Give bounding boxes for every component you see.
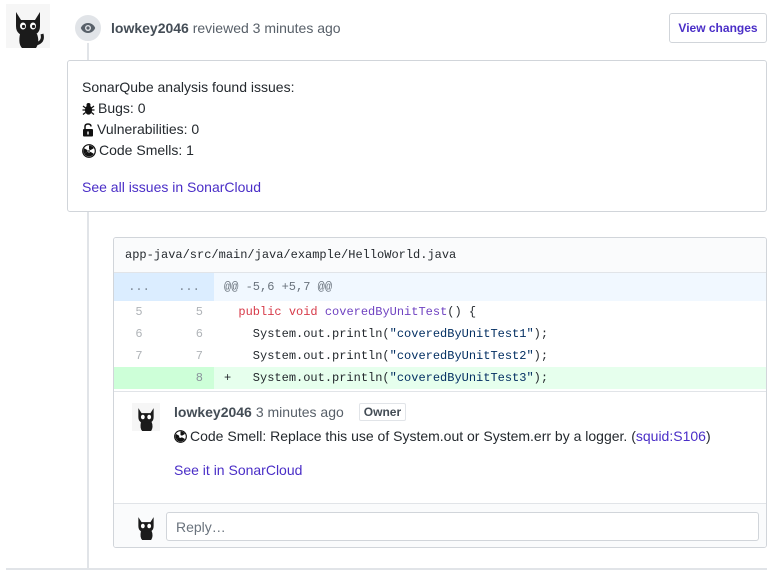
new-line-number[interactable]: 5 (164, 301, 214, 323)
unlock-icon (83, 122, 93, 136)
diff-marker (224, 349, 231, 363)
diff-line: 6 6 System.out.println("coveredByUnitTes… (114, 323, 766, 345)
issue-code-smells: Code Smells: 1 (82, 140, 752, 161)
old-line-number[interactable] (114, 367, 164, 389)
diff-code: System.out.println("coveredByUnitTest1")… (214, 323, 766, 345)
owner-badge: Owner (358, 403, 407, 421)
diff-line: 5 5 public void coveredByUnitTest() { (114, 301, 766, 323)
old-line-number[interactable]: 6 (114, 323, 164, 345)
comment-avatar[interactable] (132, 403, 160, 431)
diff-code: System.out.println("coveredByUnitTest2")… (214, 345, 766, 367)
review-author-link[interactable]: lowkey2046 (111, 20, 189, 36)
new-line-number[interactable]: 7 (164, 345, 214, 367)
eye-icon (73, 13, 103, 43)
file-path[interactable]: app-java/src/main/java/example/HelloWorl… (114, 238, 766, 273)
review-summary: SonarQube analysis found issues: Bugs: 0… (67, 60, 767, 212)
comment-header: lowkey2046 3 minutes ago Owner (174, 403, 407, 421)
issue-bugs: Bugs: 0 (82, 98, 752, 119)
new-line-number[interactable]: 6 (164, 323, 214, 345)
radiation-icon (174, 429, 187, 443)
comment-timestamp[interactable]: 3 minutes ago (256, 404, 344, 420)
diff-line-added: 8 + System.out.println("coveredByUnitTes… (114, 367, 766, 389)
see-in-sonarcloud-link[interactable]: See it in SonarCloud (174, 462, 302, 478)
diff-code: + System.out.println("coveredByUnitTest3… (224, 371, 549, 385)
old-line-number[interactable]: 5 (114, 301, 164, 323)
hunk-new-expander[interactable]: ... (164, 273, 214, 301)
reply-avatar (132, 512, 160, 540)
hunk-old-expander[interactable]: ... (114, 273, 164, 301)
bug-icon (82, 102, 95, 115)
reviewer-avatar[interactable] (6, 4, 50, 48)
issue-vulnerabilities: Vulnerabilities: 0 (82, 119, 752, 140)
inline-diff-thread: app-java/src/main/java/example/HelloWorl… (113, 237, 767, 548)
diff-marker (224, 327, 231, 341)
timeline-end-divider (6, 568, 767, 570)
diff-marker (224, 305, 231, 319)
summary-title: SonarQube analysis found issues: (82, 79, 295, 95)
rule-link[interactable]: squid:S106 (636, 426, 706, 446)
diff-line: 7 7 System.out.println("coveredByUnitTes… (114, 345, 766, 367)
new-line-number[interactable]: 8 (164, 367, 214, 389)
issue-code-smells-label: Code Smells: 1 (99, 142, 194, 158)
view-changes-button[interactable]: View changes (669, 13, 767, 43)
review-header: lowkey2046 reviewed 3 minutes ago (111, 20, 341, 36)
review-action-text: reviewed 3 minutes ago (188, 20, 341, 36)
issue-vulnerabilities-label: Vulnerabilities: 0 (97, 121, 200, 137)
old-line-number[interactable]: 7 (114, 345, 164, 367)
hunk-header-text: @@ -5,6 +5,7 @@ (224, 280, 333, 294)
reply-bar (114, 503, 766, 547)
issue-bugs-label: Bugs: 0 (98, 100, 146, 116)
radiation-icon (82, 143, 96, 158)
hunk-header-row[interactable]: ... ... @@ -5,6 +5,7 @@ (114, 273, 766, 301)
comment-text: Code Smell: Replace this use of System.o… (190, 428, 636, 444)
diff-marker: + (224, 371, 232, 385)
see-all-issues-link[interactable]: See all issues in SonarCloud (82, 177, 752, 198)
comment-text-close: ) (705, 428, 711, 444)
comment-body: Code Smell: Replace this use of System.o… (174, 426, 711, 446)
comment-author-link[interactable]: lowkey2046 (174, 404, 252, 420)
diff-code: public void coveredByUnitTest() { (214, 301, 766, 323)
review-comment: lowkey2046 3 minutes ago Owner Code Smel… (114, 391, 766, 503)
reply-input[interactable] (166, 512, 759, 541)
